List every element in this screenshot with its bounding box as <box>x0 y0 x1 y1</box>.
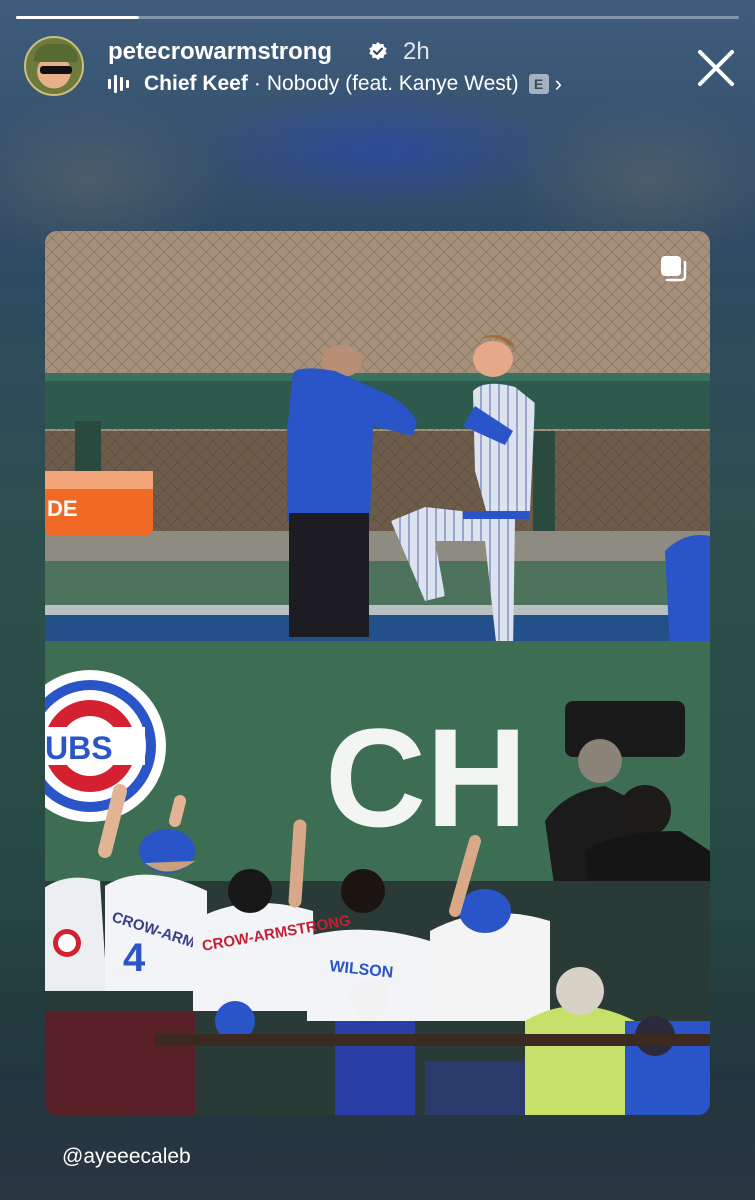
photo-illustration: DE UBS CH CROW-ARMSTRONG 4 CROW-ARMSTRON… <box>45 231 710 1115</box>
multi-photo-icon <box>661 256 687 282</box>
music-separator: · <box>253 72 261 95</box>
avatar-sunglasses <box>40 66 72 74</box>
close-icon[interactable] <box>694 46 738 90</box>
verified-icon <box>369 42 387 60</box>
story-photo[interactable]: DE UBS CH CROW-ARMSTRONG 4 CROW-ARMSTRON… <box>45 231 710 1115</box>
music-attribution[interactable]: Chief Keef · Nobody (feat. Kanye West) E… <box>108 71 562 97</box>
avatar[interactable] <box>24 36 84 96</box>
jersey-number: 4 <box>123 936 146 980</box>
cubs-logo-text: UBS <box>45 730 113 766</box>
explicit-badge: E <box>528 74 549 94</box>
story-progress-fill <box>16 16 139 19</box>
music-artist: Chief Keef <box>144 72 248 95</box>
mention-tag[interactable]: @ayeeecaleb <box>62 1145 191 1169</box>
banner-text: CH <box>325 699 527 856</box>
music-song: Nobody (feat. Kanye West) <box>266 72 519 95</box>
post-time: 2h <box>403 38 430 65</box>
story-progress-bar <box>16 16 739 19</box>
username[interactable]: petecrowarmstrong <box>108 38 332 66</box>
avatar-cap <box>34 44 78 62</box>
chevron-right-icon: › <box>554 71 562 96</box>
music-equalizer-icon <box>108 74 132 94</box>
cooler-text: DE <box>47 496 78 521</box>
